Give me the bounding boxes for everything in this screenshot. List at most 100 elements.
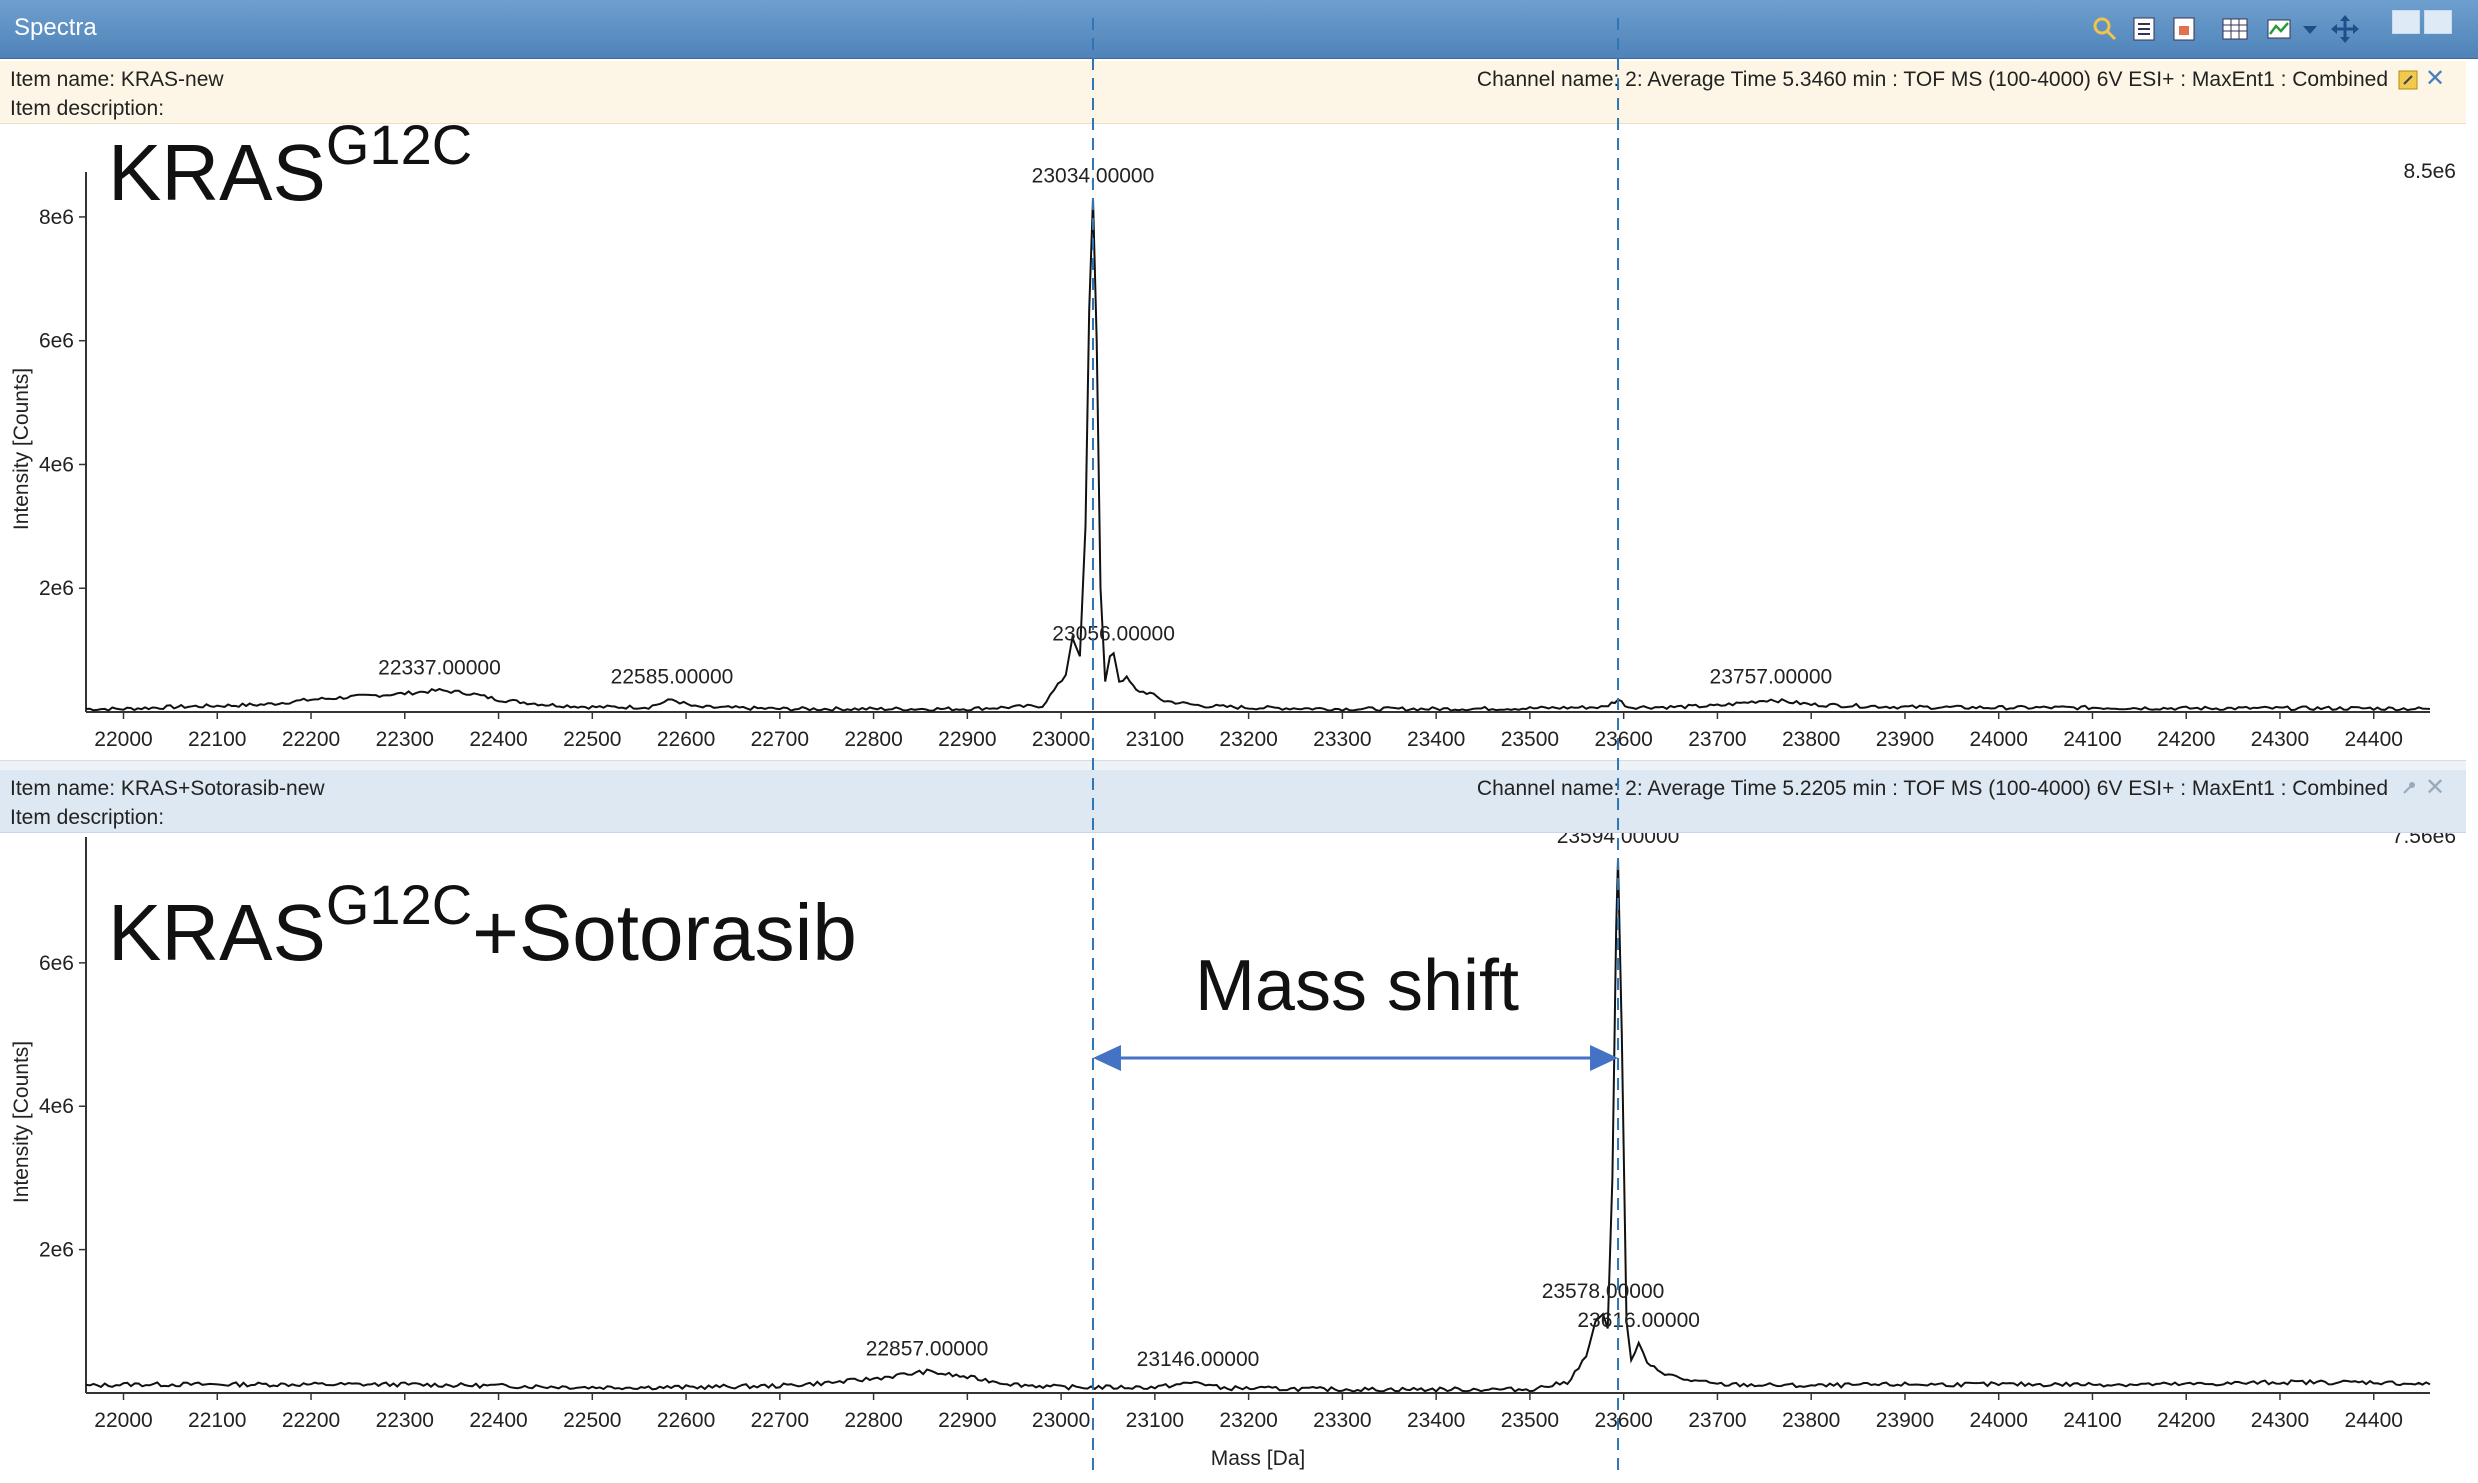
y-tick-label: 8e6	[39, 206, 74, 229]
x-tick-label: 22000	[94, 1409, 152, 1432]
x-tick-label: 22600	[657, 1409, 715, 1432]
panel1-close-icon[interactable]: ✕	[2425, 64, 2445, 93]
panel2-close-icon[interactable]: ✕	[2425, 773, 2445, 802]
x-tick-label: 22400	[469, 1409, 527, 1432]
x-tick-label: 22000	[94, 728, 152, 751]
panel1-item-name: Item name: KRAS-new	[10, 68, 224, 91]
x-tick-label: 24200	[2157, 1409, 2215, 1432]
table-icon[interactable]	[2220, 14, 2250, 44]
x-tick-label: 24200	[2157, 728, 2215, 751]
x-tick-label: 22100	[188, 728, 246, 751]
chart-settings-icon[interactable]	[2265, 14, 2295, 44]
x-tick-label: 22300	[376, 728, 434, 751]
x-tick-label: 23800	[1782, 728, 1840, 751]
x-tick-label: 23700	[1688, 1409, 1746, 1432]
peak-label: 23146.00000	[1137, 1348, 1260, 1371]
y-tick-label: 2e6	[39, 1239, 74, 1262]
peak-label: 22857.00000	[866, 1337, 989, 1360]
x-tick-label: 22400	[469, 728, 527, 751]
peak-label: 23056.00000	[1052, 622, 1175, 645]
x-axis-label: Mass [Da]	[1211, 1447, 1306, 1470]
x-tick-label: 23100	[1126, 728, 1184, 751]
x-tick-label: 22900	[938, 728, 996, 751]
x-tick-label: 23700	[1688, 728, 1746, 751]
x-tick-label: 22700	[751, 1409, 809, 1432]
x-tick-label: 23300	[1313, 1409, 1371, 1432]
x-tick-label: 22500	[563, 1409, 621, 1432]
x-tick-label: 24000	[1970, 728, 2028, 751]
x-tick-label: 22200	[282, 728, 340, 751]
y-tick-label: 2e6	[39, 577, 74, 600]
spectrum-2-svg: 22000 22100 22200 22300 22400 22500 22600 22700…	[10, 825, 2456, 1470]
x-tick-label: 23300	[1313, 728, 1371, 751]
y-axis-label: Intensity [Counts]	[10, 1041, 33, 1203]
x-tick-label: 23400	[1407, 1409, 1465, 1432]
peak-label: 23578.00000	[1542, 1280, 1665, 1303]
x-tick-label: 22700	[751, 728, 809, 751]
y-tick-label: 4e6	[39, 1095, 74, 1118]
y-tick-label: 6e6	[39, 952, 74, 975]
spectrum-trace	[85, 198, 2431, 712]
peak-label: 23594.00000	[1557, 833, 1680, 848]
x-tick-label: 23100	[1126, 1409, 1184, 1432]
spectrum-chart-1: 22000 22100 22200 22300 22400 22500 22600 22700…	[0, 124, 2466, 760]
x-tick-label: 23200	[1219, 728, 1277, 751]
panel1-channel-name: Channel name: 2: Average Time 5.3460 min…	[1476, 68, 2388, 91]
x-tick-label: 24300	[2251, 1409, 2309, 1432]
x-tick-label: 23600	[1594, 728, 1652, 751]
x-tick-label: 23800	[1782, 1409, 1840, 1432]
max-intensity-label: 7.56e6	[2392, 833, 2456, 848]
x-tick-label: 24400	[2345, 1409, 2403, 1432]
x-tick-label: 22500	[563, 728, 621, 751]
x-tick-label: 22800	[844, 1409, 902, 1432]
search-spectrum-icon[interactable]	[2090, 14, 2120, 44]
x-tick-label: 24400	[2345, 728, 2403, 751]
window-title: Spectra	[14, 14, 97, 41]
peak-label: 22337.00000	[378, 656, 501, 679]
peak-label: 23034.00000	[1032, 164, 1155, 187]
x-tick-label: 24300	[2251, 728, 2309, 751]
minimize-button[interactable]	[2392, 10, 2420, 34]
x-tick-label: 22800	[844, 728, 902, 751]
x-tick-label: 22200	[282, 1409, 340, 1432]
x-tick-label: 22100	[188, 1409, 246, 1432]
x-tick-label: 22600	[657, 728, 715, 751]
panel2-item-description: Item description:	[10, 806, 165, 829]
y-tick-label: 4e6	[39, 453, 74, 476]
x-tick-label: 24100	[2063, 1409, 2121, 1432]
restore-button[interactable]	[2424, 10, 2452, 34]
x-tick-label: 23000	[1032, 728, 1090, 751]
list-view-icon[interactable]	[2130, 14, 2160, 44]
dropdown-arrow-icon[interactable]	[2300, 14, 2320, 44]
x-tick-label: 23400	[1407, 728, 1465, 751]
x-tick-label: 23000	[1032, 1409, 1090, 1432]
x-tick-label: 24100	[2063, 728, 2121, 751]
panel2-item-name: Item name: KRAS+Sotorasib-new	[10, 777, 325, 800]
panel2-header: Item name: KRAS+Sotorasib-new Item descr…	[0, 770, 2466, 833]
export-icon[interactable]	[2170, 14, 2200, 44]
x-tick-label: 23900	[1876, 1409, 1934, 1432]
x-tick-label: 23200	[1219, 1409, 1277, 1432]
spectrum-trace	[85, 858, 2431, 1393]
peak-label: 22585.00000	[611, 666, 734, 689]
y-axis-label: Intensity [Counts]	[10, 368, 33, 530]
window-titlebar: Spectra	[0, 0, 2478, 59]
x-tick-label: 23900	[1876, 728, 1934, 751]
move-icon[interactable]	[2330, 14, 2360, 44]
peak-label: 23757.00000	[1710, 666, 1833, 689]
pin-icon[interactable]	[2398, 779, 2418, 799]
panel2-channel-name: Channel name: 2: Average Time 5.2205 min…	[1476, 777, 2388, 800]
spectrum-chart-2: 22000 22100 22200 22300 22400 22500 22600 22700…	[0, 825, 2466, 1478]
x-tick-label: 23500	[1501, 728, 1559, 751]
panel1-item-description: Item description:	[10, 97, 165, 120]
x-tick-label: 24000	[1970, 1409, 2028, 1432]
x-tick-label: 22900	[938, 1409, 996, 1432]
spectrum-1-svg: 22000 22100 22200 22300 22400 22500 22600 22700…	[10, 160, 2456, 751]
x-tick-label: 23600	[1594, 1409, 1652, 1432]
y-tick-label: 6e6	[39, 330, 74, 353]
panel1-header: Item name: KRAS-new Item description: Ch…	[0, 61, 2466, 124]
max-intensity-label: 8.5e6	[2403, 160, 2456, 183]
x-tick-label: 23500	[1501, 1409, 1559, 1432]
pin-icon[interactable]	[2398, 70, 2418, 90]
peak-label: 23616.00000	[1577, 1309, 1700, 1332]
